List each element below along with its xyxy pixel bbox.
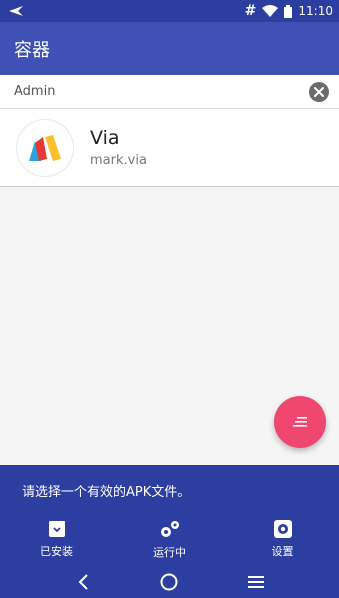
app-list: Via mark.via [0,109,339,187]
status-message: 请选择一个有效的APK文件。 [22,485,191,500]
app-bar: 容器 [0,22,339,75]
home-button[interactable] [149,567,189,597]
installed-box-icon [48,520,65,537]
settings-gear-icon [273,519,292,538]
bottom-panel: 请选择一个有效的APK文件。 已安装 运行中 设置 [0,465,339,598]
battery-icon [284,4,293,18]
tab-label: 已安装 [40,544,73,558]
list-item[interactable]: Via mark.via [0,109,339,187]
app-name: Via [90,127,120,149]
clear-search-button[interactable] [309,81,329,102]
tab-settings[interactable]: 设置 [226,515,339,563]
tab-label: 运行中 [153,545,186,559]
close-icon [314,86,324,97]
menu-button[interactable] [236,567,276,597]
tab-label: 设置 [271,544,294,558]
page-title: 容器 [14,39,50,61]
bottom-tabs: 已安装 运行中 设置 [0,515,339,563]
hash-indicator: # [244,3,257,19]
home-icon [160,573,178,590]
search-bar [0,75,339,109]
tab-running[interactable]: 运行中 [113,515,226,563]
via-logo-icon [16,118,74,177]
back-button[interactable] [63,567,103,597]
system-nav-bar [0,565,339,598]
wifi-icon [262,5,279,17]
search-input[interactable] [14,84,309,99]
gears-icon [160,520,179,537]
clock: 11:10 [298,4,333,18]
fab-button[interactable] [274,396,326,448]
back-icon [78,573,88,590]
app-package: mark.via [90,153,147,168]
tab-installed[interactable]: 已安装 [0,515,113,563]
menu-icon [247,575,264,588]
list-icon [293,417,307,427]
status-bar: # 11:10 [0,0,339,22]
navigation-arrow-icon [8,5,24,17]
